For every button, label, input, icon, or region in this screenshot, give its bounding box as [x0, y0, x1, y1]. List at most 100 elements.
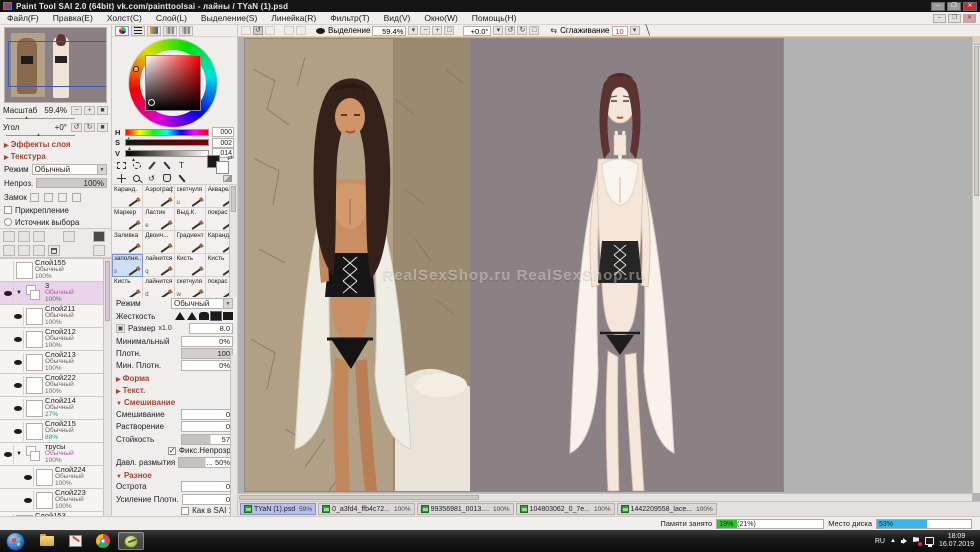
visibility-toggle[interactable] — [12, 422, 24, 441]
density-boost-value[interactable]: 0 — [182, 494, 233, 505]
close-button[interactable]: ✕ — [963, 2, 977, 11]
swatches-tab[interactable] — [163, 26, 177, 36]
tool-grid-scrollbar[interactable] — [229, 185, 237, 297]
min-density-value[interactable]: 0% — [181, 360, 233, 371]
menu-item[interactable]: Слой(L) — [149, 13, 194, 23]
new-sketch-layer-icon[interactable] — [18, 231, 30, 242]
brush-mode-select[interactable]: Обычный▼ — [171, 298, 233, 309]
menu-item[interactable]: Вид(V) — [377, 13, 418, 23]
layer-folder-row[interactable]: ▼3Обычный100% — [0, 282, 103, 305]
doc-restore-button[interactable]: ❐ — [948, 14, 961, 23]
misc-section-header[interactable]: ▼Разное — [112, 469, 237, 481]
layer-effects-header[interactable]: ▶Эффекты слоя — [0, 138, 111, 150]
minimize-button[interactable]: – — [931, 2, 945, 11]
zoom-fit-button[interactable]: □ — [444, 26, 454, 35]
zoom-menu-button[interactable]: ▾ — [408, 26, 418, 35]
layer-list-scrollbar[interactable] — [103, 259, 111, 516]
visibility-toggle[interactable] — [12, 399, 24, 418]
taskbar-explorer[interactable] — [34, 532, 60, 550]
navigator-preview[interactable] — [4, 27, 107, 103]
layer-row[interactable]: Слой212Обычный100% — [0, 328, 103, 351]
taskbar-chrome[interactable] — [90, 532, 116, 550]
taskbar-clock[interactable]: 18:09 16.07.2019 — [939, 533, 974, 549]
menu-item[interactable]: Холст(C) — [100, 13, 149, 23]
layer-row[interactable]: Слой224Обычный100% — [0, 466, 103, 489]
canvas-scroll-button[interactable] — [973, 37, 980, 45]
navigator-view-rect[interactable] — [8, 41, 107, 87]
visibility-toggle[interactable] — [2, 445, 14, 464]
new-layer-icon[interactable] — [3, 231, 15, 242]
scale-slider[interactable]: ▲ — [6, 116, 105, 121]
network-icon[interactable] — [925, 537, 934, 545]
value-slider[interactable]: ▲ — [125, 150, 209, 157]
folder-expand-icon[interactable]: ▼ — [16, 290, 24, 296]
layer-row[interactable]: Слой215Обычный88% — [0, 420, 103, 443]
size-multiplier[interactable]: x1.0 — [159, 325, 172, 332]
density-value[interactable]: 100 — [181, 348, 233, 359]
sharpness-value[interactable]: 0 — [181, 481, 233, 492]
magic-wand-icon[interactable] — [146, 160, 157, 170]
saturation-slider[interactable]: ▲ — [125, 139, 209, 146]
visibility-toggle[interactable] — [12, 376, 24, 395]
zoom-reset-button[interactable]: ■ — [97, 106, 108, 115]
tool-cell[interactable]: Двоич... — [143, 231, 174, 254]
file-tab[interactable]: TYaN (1).psd59% — [240, 503, 316, 515]
tool-cell[interactable]: лайнитсяd — [143, 277, 174, 297]
rotation-field[interactable]: +0.0° — [463, 26, 491, 36]
zoom-field[interactable]: 59.4% — [372, 26, 406, 36]
text-tool-icon[interactable]: T — [176, 160, 187, 170]
tool-cell[interactable]: Аэрограф — [143, 185, 174, 208]
action-center-icon[interactable] — [913, 537, 920, 545]
rotate-ccw-toolbar-button[interactable]: ↺ — [505, 26, 515, 35]
invert-selection-button[interactable] — [296, 26, 306, 35]
visibility-toggle[interactable] — [22, 468, 34, 487]
hue-slider[interactable]: ▲ — [125, 129, 209, 136]
rotate-reset-toolbar-button[interactable]: □ — [529, 26, 539, 35]
menu-item[interactable]: Правка(E) — [46, 13, 100, 23]
canvas-vscrollbar[interactable] — [972, 37, 980, 493]
size-value[interactable]: 8.0 — [189, 323, 233, 334]
tool-cell[interactable]: Маркер — [112, 208, 143, 231]
menu-item[interactable]: Выделение(S) — [194, 13, 264, 23]
color-mixer-tab[interactable] — [147, 26, 161, 36]
layer-row[interactable]: Слой222Обычный100% — [0, 374, 103, 397]
menu-item[interactable]: Фильтр(T) — [323, 13, 376, 23]
layer-row[interactable]: Слой211Обычный100% — [0, 305, 103, 328]
undo-button[interactable]: ↺ — [253, 26, 263, 35]
zoom-tool-icon[interactable] — [131, 173, 142, 183]
select-pen-icon[interactable] — [161, 160, 172, 170]
menu-item[interactable]: Линейка(R) — [264, 13, 323, 23]
rotate-cw-toolbar-button[interactable]: ↻ — [517, 26, 527, 35]
toolbar-extra-button[interactable] — [241, 26, 251, 35]
new-folder-icon[interactable] — [33, 231, 45, 242]
lock-paint-icon[interactable] — [44, 193, 53, 202]
flip-horizontal-icon[interactable]: ⇆ — [550, 26, 556, 35]
angle-slider[interactable]: ▲ — [6, 133, 105, 138]
visibility-toggle[interactable] — [2, 261, 14, 280]
menu-item[interactable]: Файл(F) — [0, 13, 46, 23]
start-button[interactable] — [6, 532, 25, 551]
layer-row[interactable]: Слой155Обычный100% — [0, 259, 103, 282]
folder-expand-icon[interactable]: ▼ — [16, 451, 24, 457]
menu-item[interactable]: Окно(W) — [417, 13, 464, 23]
selection-source-radio[interactable] — [4, 218, 12, 226]
background-color-swatch[interactable] — [216, 161, 229, 174]
file-tab[interactable]: 99356981_0013....100% — [417, 503, 514, 515]
tool-cell[interactable]: скетчуляw — [175, 277, 206, 297]
layer-row[interactable]: Слой214Обычный27% — [0, 397, 103, 420]
move-tool-icon[interactable] — [116, 173, 127, 183]
s-value[interactable]: 002 — [212, 138, 234, 148]
visibility-toggle[interactable] — [12, 330, 24, 349]
mask-icon[interactable] — [93, 231, 105, 242]
zoom-out-toolbar-button[interactable]: − — [420, 26, 430, 35]
size-unit-button[interactable]: ▣ — [116, 324, 125, 333]
lock-transparency-icon[interactable] — [30, 193, 39, 202]
clear-layer-icon[interactable] — [33, 245, 45, 256]
color-sliders-tab[interactable] — [131, 26, 145, 36]
h-value[interactable]: 000 — [212, 127, 234, 137]
file-tab[interactable]: 1442209558_lace...100% — [617, 503, 717, 515]
tool-panel-scrollbar[interactable] — [230, 355, 237, 516]
doc-minimize-button[interactable]: – — [933, 14, 946, 23]
shape-section-header[interactable]: ▶Форма — [112, 372, 237, 384]
layer-row[interactable]: Слой223Обычный100% — [0, 489, 103, 512]
